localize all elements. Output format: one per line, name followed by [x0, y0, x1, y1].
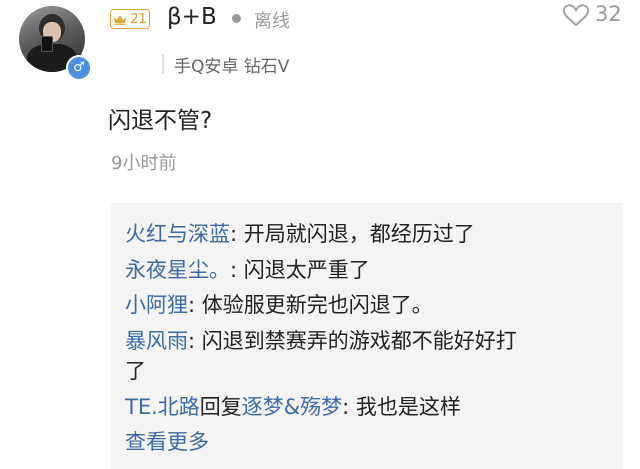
post-content: 闪退不管?: [108, 108, 213, 134]
level-badge: 21: [110, 9, 150, 29]
reply-item[interactable]: TE.北路回复逐梦&殇梦: 我也是这样: [125, 392, 461, 422]
reply-author[interactable]: 暴风雨: [125, 329, 188, 353]
reply-author[interactable]: 小阿狸: [125, 293, 188, 317]
crown-icon: [114, 14, 127, 25]
device-info: 手Q安卓 钻石V: [174, 57, 290, 77]
reply-word: 回复: [199, 395, 242, 419]
reply-author[interactable]: TE.北路: [125, 395, 200, 419]
like-count: 32: [595, 2, 622, 26]
avatar-phone: [41, 36, 53, 52]
online-status: 离线: [254, 11, 290, 32]
heart-icon[interactable]: [562, 3, 590, 27]
reply-target[interactable]: 逐梦&殇梦: [242, 395, 342, 419]
reply-text: : 开局就闪退，都经历过了: [230, 222, 475, 246]
reply-text: 了: [125, 359, 146, 383]
reply-item[interactable]: 暴风雨: 闪退到禁赛弄的游戏都不能好好打: [125, 326, 517, 356]
reply-author[interactable]: 火红与深蓝: [125, 222, 230, 246]
reply-author[interactable]: 永夜星尘。: [125, 258, 230, 282]
post-timestamp: 9小时前: [111, 153, 177, 174]
reply-list: 火红与深蓝: 开局就闪退，都经历过了 永夜星尘。: 闪退太严重了 小阿狸: 体验…: [111, 203, 623, 469]
view-more-link[interactable]: 查看更多: [125, 427, 209, 457]
reply-item-continuation: 了: [125, 356, 146, 386]
device-divider: [162, 54, 164, 74]
male-icon: ♂: [66, 55, 92, 81]
reply-text: : 我也是这样: [342, 395, 461, 419]
reply-item[interactable]: 永夜星尘。: 闪退太严重了: [125, 255, 370, 285]
reply-item[interactable]: 火红与深蓝: 开局就闪退，都经历过了: [125, 219, 475, 249]
status-dot: [232, 14, 241, 23]
level-number: 21: [130, 11, 147, 27]
reply-text: : 体验服更新完也闪退了。: [188, 293, 433, 317]
reply-item[interactable]: 小阿狸: 体验服更新完也闪退了。: [125, 290, 433, 320]
reply-text: : 闪退到禁赛弄的游戏都不能好好打: [188, 329, 517, 353]
reply-text: : 闪退太严重了: [230, 258, 370, 282]
username[interactable]: β+B: [167, 4, 217, 30]
